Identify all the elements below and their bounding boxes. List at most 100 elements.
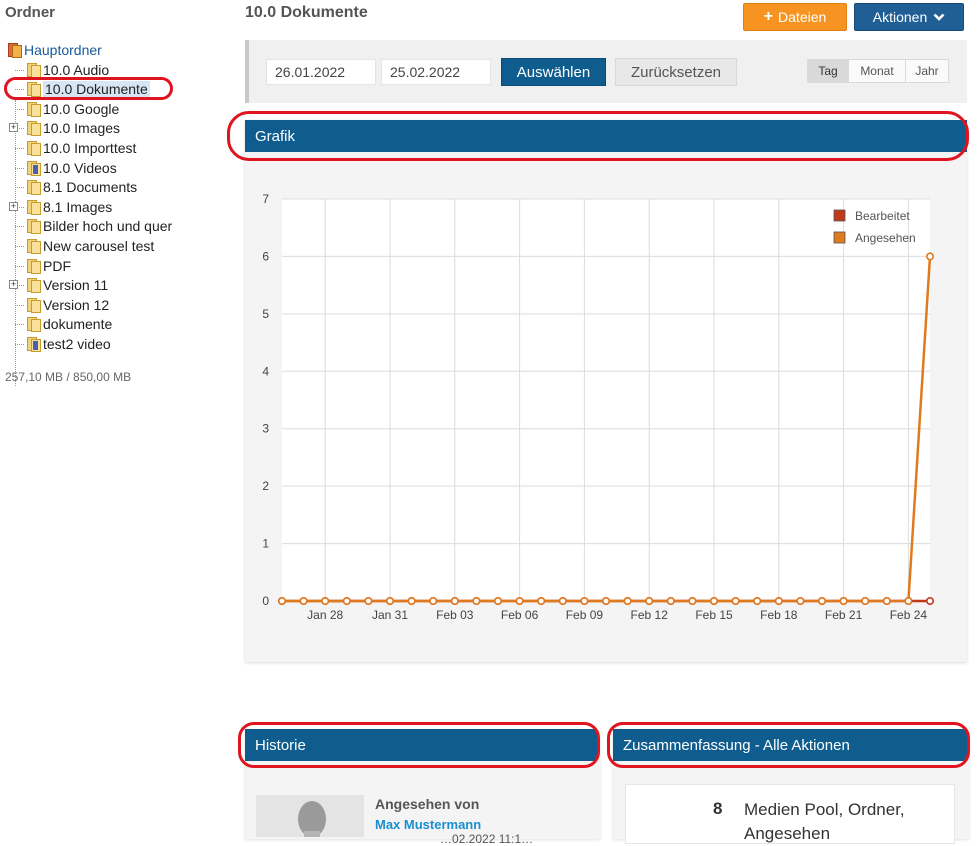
- tree-connector: [15, 344, 24, 345]
- data-point: [494, 596, 503, 605]
- y-tick-label: 2: [262, 479, 269, 493]
- data-point: [882, 596, 891, 605]
- date-filter-toolbar: 26.01.2022 25.02.2022 Auswählen Zurückse…: [245, 40, 967, 103]
- tree-item[interactable]: 8.1 Documents: [25, 177, 137, 197]
- tree-connector: [15, 265, 24, 267]
- legend-swatch: [833, 209, 846, 222]
- data-point: [861, 596, 870, 605]
- tree-item-label: PDF: [43, 257, 71, 274]
- legend-swatch: [833, 231, 846, 244]
- granularity-year-button[interactable]: Jahr: [905, 59, 949, 83]
- tree-connector: [15, 226, 24, 228]
- data-point: [299, 596, 308, 605]
- tree-item[interactable]: 10.0 Dokumente: [25, 79, 150, 99]
- tree-item[interactable]: dokumente: [25, 314, 112, 334]
- data-point: [364, 596, 373, 605]
- folder-icon: [25, 258, 41, 274]
- data-point: [558, 596, 567, 605]
- date-from-input[interactable]: 26.01.2022: [266, 59, 376, 85]
- tree-item[interactable]: Version 11: [25, 275, 108, 295]
- root-folder-icon: [6, 42, 22, 58]
- select-button[interactable]: Auswählen: [501, 58, 606, 86]
- y-tick-label: 7: [262, 192, 269, 206]
- x-axis-ticks: Jan 28 Jan 31 Feb 03 Feb 06 Feb 09 Feb 12 Feb …: [307, 608, 927, 622]
- y-tick-label: 4: [262, 364, 269, 378]
- data-point: [342, 596, 351, 605]
- tree-item[interactable]: 8.1 Images: [25, 197, 112, 217]
- tree-item[interactable]: Bilder hoch und quer: [25, 216, 172, 236]
- tree-item[interactable]: 10.0 Videos: [25, 158, 117, 178]
- data-point: [515, 596, 524, 605]
- video-folder-icon: [25, 336, 41, 352]
- data-point: [321, 596, 330, 605]
- historie-panel-header: Historie: [245, 729, 597, 761]
- tree-item[interactable]: Version 12: [25, 295, 109, 315]
- data-point: [731, 596, 740, 605]
- data-point: [774, 596, 783, 605]
- granularity-month-button[interactable]: Monat: [848, 59, 906, 83]
- x-tick-label: Jan 31: [372, 608, 408, 622]
- reset-button[interactable]: Zurücksetzen: [615, 58, 737, 86]
- data-point: [904, 596, 913, 605]
- folder-icon: [25, 62, 41, 78]
- x-tick-label: Feb 24: [890, 608, 928, 622]
- folder-icon: [25, 120, 41, 137]
- avatar: [256, 795, 364, 837]
- data-point: [839, 596, 848, 605]
- data-point: [645, 596, 654, 605]
- expand-toggle-icon[interactable]: +: [9, 280, 18, 290]
- tree-item[interactable]: 10.0 Images: [25, 118, 120, 138]
- date-to-input[interactable]: 25.02.2022: [381, 59, 491, 85]
- summary-description: Medien Pool, Ordner, Angesehen: [744, 800, 905, 843]
- chart-grid: [282, 198, 930, 602]
- tree-item[interactable]: 10.0 Importtest: [25, 138, 136, 158]
- tree-item-label: Hauptordner: [24, 42, 102, 58]
- folder-icon: [25, 277, 41, 294]
- plot-background: [282, 199, 930, 601]
- history-entry-user-link[interactable]: Max Mustermann: [375, 817, 481, 832]
- tree-item[interactable]: test2 video: [25, 334, 111, 354]
- summary-panel-header: Zusammenfassung - Alle Aktionen: [613, 729, 967, 761]
- tree-connector: [15, 187, 24, 189]
- actions-dropdown-button[interactable]: Aktionen: [854, 3, 964, 31]
- data-point: [537, 596, 546, 605]
- tree-item[interactable]: New carousel test: [25, 236, 154, 256]
- tree-item-label: 10.0 Google: [43, 100, 120, 117]
- tree-item[interactable]: 10.0 Audio: [25, 60, 109, 80]
- sidebar-title: Ordner: [5, 4, 56, 21]
- data-point: [472, 596, 481, 605]
- folder-icon: [25, 316, 41, 333]
- data-point: [277, 596, 286, 605]
- x-tick-label: Feb 12: [631, 608, 669, 622]
- tree-item-label: Bilder hoch und quer: [43, 218, 173, 235]
- tree-item-label: Version 11: [43, 277, 109, 294]
- folder-icon: [25, 101, 41, 117]
- tree-item-label: Version 12: [43, 296, 110, 313]
- folder-sidebar: Ordner Hauptordner 10.0 Audio 10.0 Dokume…: [0, 0, 230, 837]
- storage-quota: 257,10 MB / 850,00 MB: [5, 370, 132, 384]
- tree-item-label: 10.0 Importtest: [43, 140, 137, 156]
- actions-label: Aktionen: [872, 9, 928, 25]
- tree-item[interactable]: PDF: [25, 256, 71, 276]
- data-point: [796, 596, 805, 605]
- tree-connector: [15, 148, 24, 149]
- tree-item-label: 10.0 Dokumente: [43, 81, 150, 98]
- expand-toggle-icon[interactable]: +: [9, 201, 18, 211]
- activity-line-chart: 0 1 2 3 4 5 6 7 Jan 28 Jan 31 Feb 03 Feb 06 Feb 09 F…: [262, 192, 934, 622]
- expand-toggle-icon[interactable]: +: [9, 123, 18, 133]
- history-entry-time: …02.2022 11:1…: [440, 832, 534, 846]
- data-point: [925, 596, 934, 605]
- tree-item-label: 10.0 Videos: [43, 159, 117, 176]
- add-files-button[interactable]: + Dateien: [743, 3, 847, 31]
- tree-item-label: 10.0 Audio: [43, 61, 110, 78]
- user-silhouette-icon: [298, 801, 326, 837]
- chevron-down-icon: [933, 13, 945, 21]
- granularity-day-button[interactable]: Tag: [807, 59, 849, 83]
- tree-item-label: 8.1 Documents: [43, 179, 138, 196]
- add-files-label: Dateien: [778, 9, 827, 25]
- tree-item-hauptordner[interactable]: Hauptordner: [6, 40, 102, 60]
- tree-item[interactable]: 10.0 Google: [25, 99, 119, 119]
- video-folder-icon: [25, 160, 41, 176]
- tree-item-label: 8.1 Images: [43, 198, 113, 215]
- y-tick-label: 1: [262, 537, 269, 551]
